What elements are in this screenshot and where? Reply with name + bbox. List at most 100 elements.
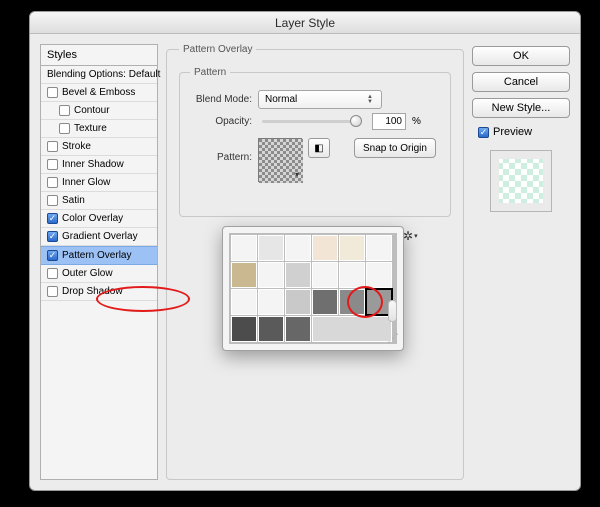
- style-label: Inner Shadow: [62, 159, 124, 170]
- style-label: Bevel & Emboss: [62, 87, 135, 98]
- pattern-thumb-grey[interactable]: [285, 262, 311, 288]
- popover-scrollbar[interactable]: [388, 300, 397, 322]
- pattern-thumb-darkgrid[interactable]: [312, 289, 338, 315]
- style-label: Pattern Overlay: [62, 250, 131, 261]
- pattern-thumb-stones[interactable]: [231, 262, 257, 288]
- pattern-thumb-checker-light[interactable]: [231, 235, 257, 261]
- blending-options-row[interactable]: Blending Options: Default: [41, 66, 157, 84]
- blend-mode-select[interactable]: Normal ▲▼: [258, 90, 382, 109]
- style-checkbox[interactable]: [47, 177, 58, 188]
- snap-to-origin-button[interactable]: Snap to Origin: [354, 138, 436, 158]
- pattern-thumb-blank5[interactable]: [339, 262, 365, 288]
- pattern-thumb-dark1[interactable]: [231, 316, 257, 342]
- pattern-legend: Pattern: [190, 67, 230, 78]
- pattern-grid-empty: [312, 316, 392, 342]
- pattern-thumb-blank2[interactable]: [366, 235, 392, 261]
- new-preset-button[interactable]: ◧: [308, 138, 330, 158]
- style-checkbox[interactable]: ✓: [47, 213, 58, 224]
- pattern-picker-popover: ✲▾ ⋰: [222, 226, 404, 351]
- pattern-thumb-blank4[interactable]: [312, 262, 338, 288]
- pattern-thumb-cross[interactable]: [339, 289, 365, 315]
- preview-label: Preview: [493, 126, 532, 138]
- pattern-group: Pattern Blend Mode: Normal ▲▼ Opacity:: [179, 67, 451, 217]
- pattern-overlay-legend: Pattern Overlay: [179, 44, 256, 55]
- opacity-input[interactable]: [372, 113, 406, 130]
- style-row-gradient-overlay[interactable]: ✓Gradient Overlay: [41, 228, 157, 246]
- style-row-bevel-emboss[interactable]: Bevel & Emboss: [41, 84, 157, 102]
- opacity-slider-thumb[interactable]: [350, 115, 362, 127]
- styles-header[interactable]: Styles: [41, 45, 157, 66]
- pattern-thumb-blank[interactable]: [285, 235, 311, 261]
- pattern-thumb-blank3[interactable]: [258, 262, 284, 288]
- pattern-thumb-blank8[interactable]: [258, 289, 284, 315]
- right-column: OK Cancel New Style... ✓ Preview: [472, 44, 570, 480]
- preview-checkbox[interactable]: ✓: [478, 127, 489, 138]
- style-row-outer-glow[interactable]: Outer Glow: [41, 265, 157, 283]
- style-row-drop-shadow[interactable]: Drop Shadow: [41, 283, 157, 301]
- window-title: Layer Style: [275, 16, 335, 30]
- styles-list: Bevel & Emboss Contour Texture Stroke Inner …: [41, 84, 157, 479]
- pattern-thumb-dark2[interactable]: [258, 316, 284, 342]
- pattern-thumb-blank7[interactable]: [231, 289, 257, 315]
- ok-button[interactable]: OK: [472, 46, 570, 66]
- resize-grip-icon[interactable]: ⋰: [387, 334, 399, 346]
- style-label: Drop Shadow: [62, 286, 123, 297]
- style-row-pattern-overlay[interactable]: ✓ Pattern Overlay: [41, 246, 157, 265]
- style-row-inner-shadow[interactable]: Inner Shadow: [41, 156, 157, 174]
- style-checkbox[interactable]: [47, 159, 58, 170]
- blend-mode-row: Blend Mode: Normal ▲▼: [190, 90, 440, 109]
- snap-to-origin-label: Snap to Origin: [363, 143, 427, 154]
- pattern-thumb-grey2[interactable]: [285, 289, 311, 315]
- blend-mode-value: Normal: [265, 94, 297, 105]
- style-checkbox[interactable]: ✓: [47, 231, 58, 242]
- style-checkbox[interactable]: [47, 195, 58, 206]
- blending-options-label: Blending Options: Default: [47, 69, 160, 80]
- style-row-color-overlay[interactable]: ✓Color Overlay: [41, 210, 157, 228]
- style-row-inner-glow[interactable]: Inner Glow: [41, 174, 157, 192]
- style-checkbox[interactable]: ✓: [47, 250, 58, 261]
- style-label: Inner Glow: [62, 177, 110, 188]
- style-row-contour[interactable]: Contour: [41, 102, 157, 120]
- style-label: Outer Glow: [62, 268, 113, 279]
- style-label: Texture: [74, 123, 107, 134]
- chevron-down-icon: ▾: [295, 170, 299, 179]
- pattern-grid: [229, 233, 397, 344]
- pattern-thumb-cream[interactable]: [339, 235, 365, 261]
- style-checkbox[interactable]: [47, 141, 58, 152]
- pattern-label: Pattern:: [190, 138, 252, 163]
- pattern-thumb-blank6[interactable]: [366, 262, 392, 288]
- style-label: Contour: [74, 105, 110, 116]
- window-titlebar: Layer Style: [30, 12, 580, 34]
- style-checkbox[interactable]: [47, 286, 58, 297]
- opacity-label: Opacity:: [190, 116, 252, 127]
- updown-icon: ▲▼: [363, 95, 377, 105]
- style-row-satin[interactable]: Satin: [41, 192, 157, 210]
- preview-thumbnail: [499, 159, 543, 203]
- layer-style-window: Layer Style Styles Blending Options: Def…: [29, 11, 581, 491]
- pattern-swatch[interactable]: ▾: [258, 138, 302, 182]
- style-checkbox[interactable]: [59, 105, 70, 116]
- chevron-down-icon: ▾: [414, 233, 418, 240]
- style-label: Stroke: [62, 141, 91, 152]
- style-row-texture[interactable]: Texture: [41, 120, 157, 138]
- preview-box: [490, 150, 552, 212]
- style-checkbox[interactable]: [59, 123, 70, 134]
- new-style-button[interactable]: New Style...: [472, 98, 570, 118]
- cancel-button[interactable]: Cancel: [472, 72, 570, 92]
- popover-menu-button[interactable]: ✲▾: [403, 229, 421, 243]
- opacity-slider[interactable]: [262, 120, 362, 123]
- style-label: Satin: [62, 195, 85, 206]
- gear-icon: ✲: [403, 229, 413, 243]
- style-checkbox[interactable]: [47, 87, 58, 98]
- pattern-thumb-peach[interactable]: [312, 235, 338, 261]
- style-checkbox[interactable]: [47, 268, 58, 279]
- opacity-row: Opacity: %: [190, 113, 440, 130]
- styles-panel: Styles Blending Options: Default Bevel &…: [40, 44, 158, 480]
- pattern-thumb-dark3[interactable]: [285, 316, 311, 342]
- pattern-thumb-diagonal[interactable]: [258, 235, 284, 261]
- new-preset-icon: ◧: [314, 143, 323, 154]
- style-row-stroke[interactable]: Stroke: [41, 138, 157, 156]
- opacity-unit: %: [412, 116, 421, 127]
- pattern-row: Pattern:: [190, 138, 440, 182]
- preview-row[interactable]: ✓ Preview: [472, 126, 570, 138]
